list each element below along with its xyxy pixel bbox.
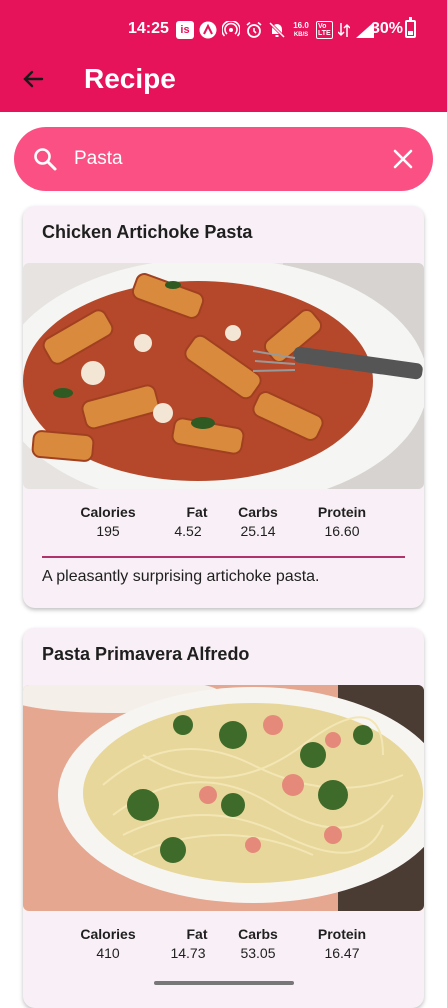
spaghetti-broccoli-photo <box>23 685 424 911</box>
arrow-back-icon <box>23 70 44 88</box>
status-time: 14:25 <box>128 20 169 37</box>
search-bar <box>14 127 433 191</box>
data-5g-icon <box>337 21 350 39</box>
stat-value: 410 <box>96 945 120 961</box>
stat-label: Carbs <box>238 926 278 942</box>
recipe-card[interactable]: Chicken Artichoke Pasta Calories 195 Fat… <box>23 206 424 608</box>
search-input[interactable] <box>74 143 374 175</box>
stat-fat: Fat 14.73 <box>158 926 218 961</box>
recipe-title: Pasta Primavera Alfredo <box>42 644 250 664</box>
a-app-icon <box>199 21 217 39</box>
stat-value: 53.05 <box>240 945 276 961</box>
stat-value: 14.73 <box>170 945 206 961</box>
back-button[interactable] <box>16 62 50 96</box>
recipe-card[interactable]: Pasta Primavera Alfredo Calories 410 Fat… <box>23 628 424 1008</box>
status-bar: 14:25 is 16.0 KB/S Vo LTE 30% <box>0 0 447 46</box>
recipe-description: A pleasantly surprising artichoke pasta. <box>42 568 320 585</box>
stat-label: Fat <box>186 504 208 520</box>
page-title: Recipe <box>84 63 176 94</box>
status-icons: is 16.0 KB/S Vo LTE <box>176 20 375 40</box>
alarm-icon <box>245 21 263 39</box>
net-speed-indicator: 16.0 KB/S <box>293 20 309 38</box>
stat-label: Carbs <box>238 504 278 520</box>
stat-calories: Calories 195 <box>78 504 138 539</box>
stat-value: 4.52 <box>174 523 202 539</box>
battery-percent: 30% <box>371 20 404 37</box>
nutrition-stats: Calories 410 Fat 14.73 Carbs 53.05 Prote… <box>78 926 378 966</box>
hotspot-icon <box>222 21 240 39</box>
stat-protein: Protein 16.47 <box>310 926 374 961</box>
stat-protein: Protein 16.60 <box>310 504 374 539</box>
stat-label: Calories <box>80 926 136 942</box>
close-icon[interactable] <box>390 146 416 172</box>
stat-calories: Calories 410 <box>78 926 138 961</box>
stat-fat: Fat 4.52 <box>158 504 218 539</box>
is-app-icon: is <box>176 21 194 39</box>
mute-icon <box>268 21 286 39</box>
stat-value: 195 <box>96 523 120 539</box>
nutrition-stats: Calories 195 Fat 4.52 Carbs 25.14 Protei… <box>78 504 378 544</box>
stat-label: Calories <box>80 504 136 520</box>
divider <box>42 556 405 558</box>
app-bar: Recipe <box>0 46 447 112</box>
stat-label: Protein <box>317 926 367 942</box>
stat-carbs: Carbs 25.14 <box>228 504 288 539</box>
stat-value: 16.60 <box>324 523 360 539</box>
battery-icon <box>405 17 416 38</box>
stat-carbs: Carbs 53.05 <box>228 926 288 961</box>
stat-label: Fat <box>186 926 208 942</box>
recipe-title: Chicken Artichoke Pasta <box>42 222 253 242</box>
battery-fill <box>408 31 413 35</box>
stat-value: 25.14 <box>240 523 276 539</box>
search-icon[interactable] <box>32 146 58 172</box>
pasta-bowl-photo <box>23 263 424 489</box>
volte-icon: Vo LTE <box>316 21 333 39</box>
home-indicator[interactable] <box>154 981 294 985</box>
stat-value: 16.47 <box>324 945 360 961</box>
stat-label: Protein <box>317 504 367 520</box>
